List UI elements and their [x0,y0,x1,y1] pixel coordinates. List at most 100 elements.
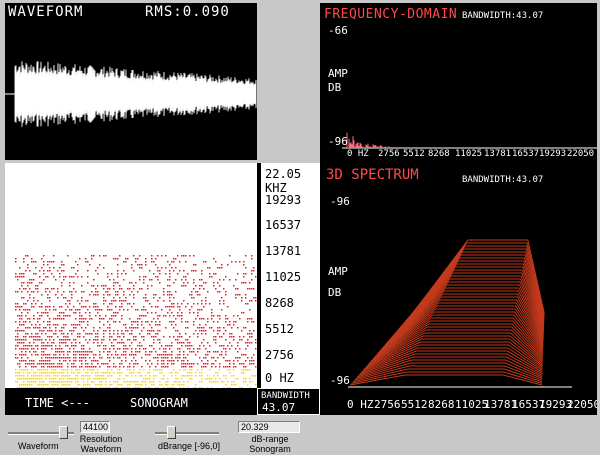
sonogram-cell [117,381,119,383]
sonogram-cell [163,288,165,290]
sonogram-cell [39,324,41,326]
sonogram-cell [177,381,179,383]
sonogram-cell [39,282,41,284]
sonogram-cell [151,321,153,323]
sonogram-cell [249,381,251,383]
sonogram-cell [59,381,61,383]
sonogram-cell [203,261,205,263]
sonogram-cell [175,339,177,341]
spectrum-3d-plot [348,239,572,388]
sonogram-cell [21,339,23,341]
sonogram-cell [63,315,65,317]
sonogram-cell [35,339,37,341]
sonogram-cell [87,270,89,272]
sonogram-cell [221,297,223,299]
sonogram-cell [117,348,119,350]
sonogram-cell [191,291,193,293]
spectrum-3d-tick: 8268 [428,398,455,411]
sonogram-cell [183,366,185,368]
sonogram-cell [81,375,83,377]
sonogram-cell [71,381,73,383]
dbrange-slider-track[interactable] [155,432,219,435]
sonogram-cell [161,372,163,374]
waveform-slider-thumb[interactable] [59,426,68,439]
sonogram-cell [57,381,59,383]
sonogram-cell [115,312,117,314]
sonogram-cell [69,303,71,305]
sonogram-cell [157,330,159,332]
sonogram-cell [37,318,39,320]
sonogram-cell [141,336,143,338]
sonogram-cell [159,342,161,344]
sonogram-cell [183,363,185,365]
sonogram-cell [121,330,123,332]
sonogram-cell [49,300,51,302]
sonogram-cell [149,381,151,383]
sonogram-cell [119,297,121,299]
sonogram-cell [121,318,123,320]
sonogram-cell [209,273,211,275]
sonogram-cell [111,315,113,317]
sonogram-cell [23,339,25,341]
sonogram-cell [211,327,213,329]
dbrange-label-line2: Sonogram [249,444,291,454]
sonogram-cell [189,345,191,347]
sonogram-cell [27,312,29,314]
sonogram-cell [177,360,179,362]
sonogram-cell [185,375,187,377]
sonogram-cell [191,297,193,299]
sonogram-cell [33,261,35,263]
sonogram-cell [37,285,39,287]
sonogram-cell [217,291,219,293]
resolution-waveform-field[interactable]: 44100 [80,421,110,433]
sonogram-cell [243,312,245,314]
sonogram-cell [81,357,83,359]
sonogram-cell [213,339,215,341]
sonogram-cell [23,375,25,377]
sonogram-cell [31,291,33,293]
sonogram-cell [35,333,37,335]
sonogram-cell [49,330,51,332]
sonogram-cell [101,342,103,344]
sonogram-cell [145,264,147,266]
sonogram-cell [245,354,247,356]
sonogram-cell [85,318,87,320]
sonogram-cell [93,294,95,296]
sonogram-cell [203,330,205,332]
sonogram-cell [217,321,219,323]
sonogram-cell [53,267,55,269]
sonogram-cell [31,381,33,383]
sonogram-cell [251,321,253,323]
sonogram-cell [251,318,253,320]
dbrange-slider-thumb[interactable] [167,426,176,439]
sonogram-cell [45,306,47,308]
sonogram-cell [19,354,21,356]
dbrange-sonogram-field[interactable]: 20.329 [238,421,300,433]
sonogram-cell [61,381,63,383]
sonogram-cell [135,339,137,341]
sonogram-cell [183,360,185,362]
sonogram-cell [31,378,33,380]
sonogram-cell [169,354,171,356]
sonogram-cell [89,318,91,320]
sonogram-cell [97,312,99,314]
sonogram-cell [71,267,73,269]
sonogram-cell [225,360,227,362]
sonogram-cell [27,369,29,371]
sonogram-cell [33,315,35,317]
sonogram-cell [177,372,179,374]
sonogram-cell [245,360,247,362]
sonogram-cell [223,279,225,281]
sonogram-cell [251,255,253,257]
sonogram-cell [111,375,113,377]
sonogram-cell [77,336,79,338]
sonogram-cell [93,381,95,383]
sonogram-cell [173,381,175,383]
sonogram-cell [103,375,105,377]
sonogram-cell [19,363,21,365]
sonogram-cell [135,384,137,386]
sonogram-cell [121,339,123,341]
sonogram-cell [39,375,41,377]
sonogram-cell [207,354,209,356]
sonogram-cell [157,318,159,320]
